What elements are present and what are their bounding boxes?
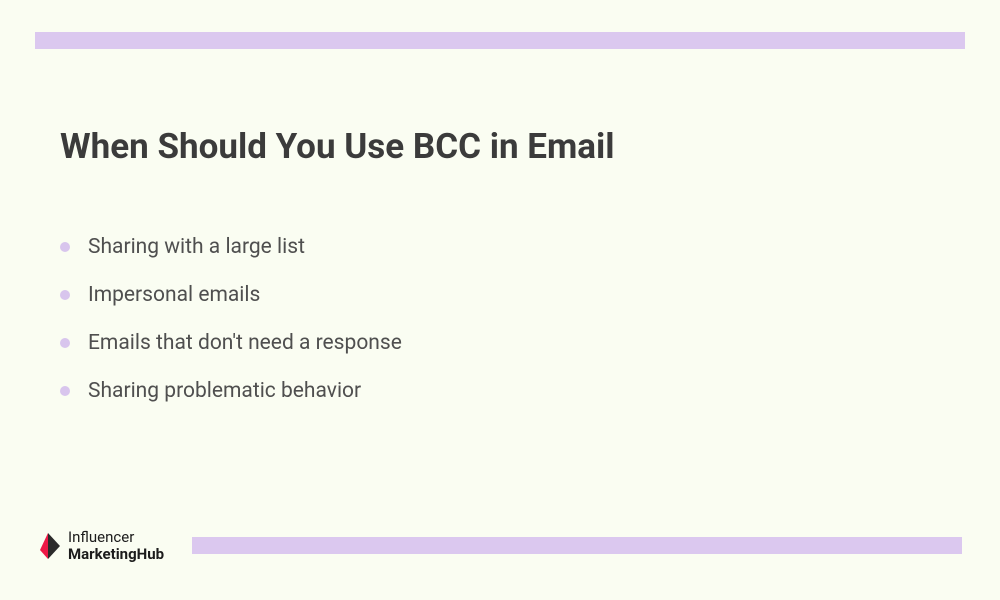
- bottom-accent-bar: [192, 537, 962, 554]
- list-item: Impersonal emails: [60, 283, 940, 307]
- bullet-icon: [60, 386, 70, 396]
- list-item: Sharing with a large list: [60, 235, 940, 259]
- list-item-text: Sharing problematic behavior: [88, 379, 361, 403]
- logo-line1: Influencer: [68, 529, 164, 546]
- content-area: When Should You Use BCC in Email Sharing…: [60, 126, 940, 427]
- brand-logo: Influencer MarketingHub: [40, 529, 164, 562]
- page-title: When Should You Use BCC in Email: [60, 126, 940, 167]
- logo-line2: MarketingHub: [68, 546, 164, 563]
- list-item: Emails that don't need a response: [60, 331, 940, 355]
- bullet-icon: [60, 242, 70, 252]
- list-item-text: Impersonal emails: [88, 283, 260, 307]
- logo-text: Influencer MarketingHub: [68, 529, 164, 562]
- bullet-list: Sharing with a large list Impersonal ema…: [60, 235, 940, 403]
- list-item: Sharing problematic behavior: [60, 379, 940, 403]
- top-accent-bar: [35, 32, 965, 49]
- logo-mark-icon: [40, 531, 62, 561]
- list-item-text: Sharing with a large list: [88, 235, 305, 259]
- footer: Influencer MarketingHub: [40, 529, 962, 562]
- bullet-icon: [60, 338, 70, 348]
- bullet-icon: [60, 290, 70, 300]
- list-item-text: Emails that don't need a response: [88, 331, 402, 355]
